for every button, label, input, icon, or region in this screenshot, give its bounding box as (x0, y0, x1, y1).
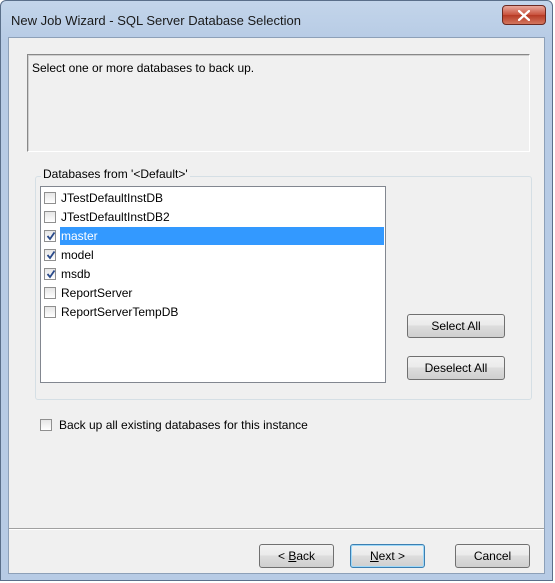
database-list-item[interactable]: JTestDefaultInstDB (41, 189, 384, 207)
footer-separator (9, 528, 544, 530)
database-list-item[interactable]: master (41, 227, 384, 245)
deselect-all-button[interactable]: Deselect All (407, 356, 505, 380)
back-button[interactable]: < Back (259, 544, 334, 568)
database-name: msdb (61, 267, 91, 281)
description-panel: Select one or more databases to back up. (27, 54, 530, 152)
database-name: ReportServer (61, 286, 133, 300)
cancel-button[interactable]: Cancel (455, 544, 530, 568)
wizard-body: Select one or more databases to back up.… (8, 37, 545, 574)
database-list[interactable]: JTestDefaultInstDB JTestDefaultInstDB2 mas… (40, 186, 386, 383)
description-text: Select one or more databases to back up. (32, 61, 255, 75)
database-list-item[interactable]: msdb (41, 265, 384, 283)
close-icon (518, 10, 530, 21)
next-rest: ext > (378, 549, 406, 563)
select-all-button[interactable]: Select All (407, 314, 505, 338)
check-icon (46, 250, 56, 260)
check-icon (46, 231, 56, 241)
database-checkbox[interactable] (44, 249, 56, 261)
database-checkbox[interactable] (44, 211, 56, 223)
database-checkbox[interactable] (44, 287, 56, 299)
back-prefix: < (277, 549, 289, 563)
close-button[interactable] (502, 5, 546, 25)
title-bar[interactable]: New Job Wizard - SQL Server Database Sel… (1, 1, 552, 37)
database-checkbox[interactable] (44, 268, 56, 280)
next-button[interactable]: Next > (350, 544, 425, 568)
databases-group-label: Databases from '<Default>' (41, 167, 190, 181)
database-name: ReportServerTempDB (61, 305, 179, 319)
wizard-window: New Job Wizard - SQL Server Database Sel… (0, 0, 553, 581)
database-checkbox[interactable] (44, 230, 56, 242)
database-name: master (60, 227, 384, 245)
backup-all-checkbox[interactable] (40, 419, 52, 431)
backup-all-label: Back up all existing databases for this … (59, 418, 308, 432)
database-checkbox[interactable] (44, 192, 56, 204)
database-list-item[interactable]: ReportServerTempDB (41, 303, 384, 321)
database-name: JTestDefaultInstDB2 (61, 210, 170, 224)
database-checkbox[interactable] (44, 306, 56, 318)
next-mnemonic: N (369, 549, 379, 563)
back-rest: ack (296, 549, 316, 563)
database-list-item[interactable]: model (41, 246, 384, 264)
database-name: model (61, 248, 94, 262)
check-icon (46, 269, 56, 279)
database-list-item[interactable]: ReportServer (41, 284, 384, 302)
database-name: JTestDefaultInstDB (61, 191, 164, 205)
window-title: New Job Wizard - SQL Server Database Sel… (11, 13, 301, 28)
database-list-item[interactable]: JTestDefaultInstDB2 (41, 208, 384, 226)
